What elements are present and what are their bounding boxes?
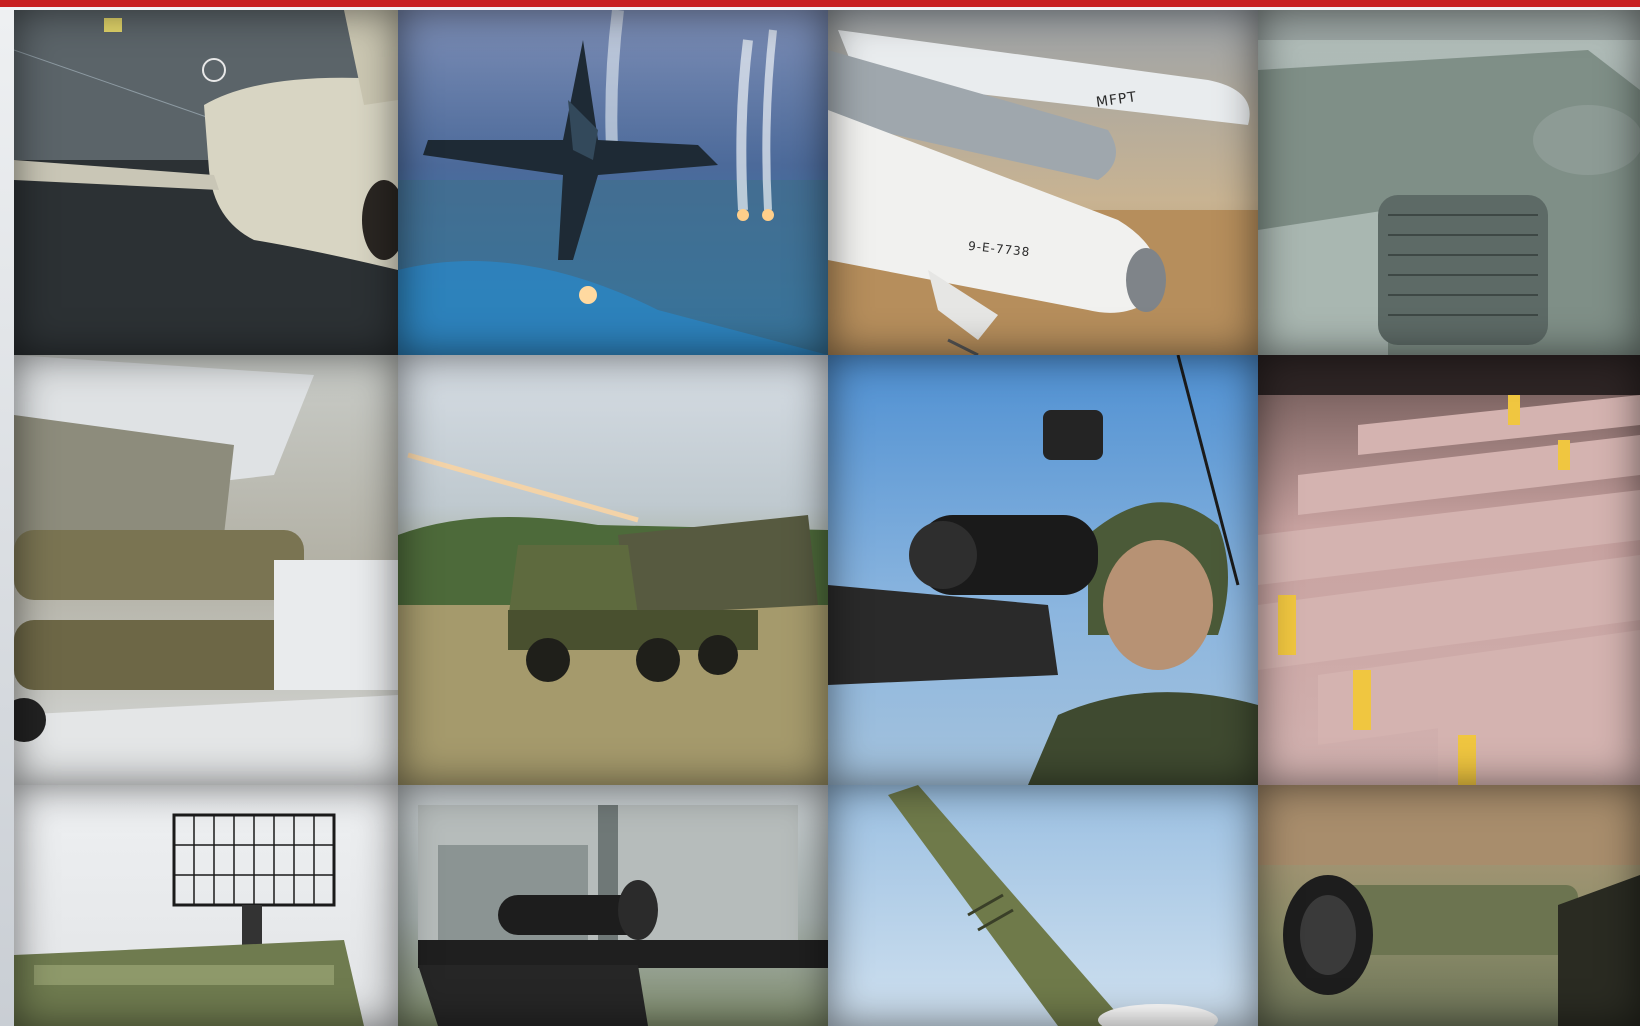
ballistic-missile-launch-icon	[888, 785, 1218, 1026]
tank-turret-icon	[1258, 10, 1640, 355]
tile-fighter-jet	[398, 10, 828, 355]
stacked-bombs-icon	[1258, 355, 1640, 785]
tile-stacked-bombs	[1258, 355, 1640, 785]
rocket-launcher-truck-icon	[398, 452, 828, 785]
top-red-stripe	[0, 0, 1640, 7]
white-missiles-display-icon	[828, 30, 1258, 355]
sniper-rifle-icon	[418, 805, 828, 1026]
fighter-jet-firing-flares-icon	[398, 10, 828, 355]
tile-aircraft-pylon	[14, 355, 398, 785]
tile-soldier-scope	[828, 355, 1258, 785]
left-edge-strip	[0, 10, 14, 1026]
weapon-photo-collage: MFPT 9-E-7738	[14, 10, 1640, 1026]
tile-antitank-launcher	[1258, 785, 1640, 1026]
tile-missiles-display: MFPT 9-E-7738	[828, 10, 1258, 355]
tile-sniper-rifle	[398, 785, 828, 1026]
anti-tank-launcher-icon	[1258, 785, 1640, 1026]
tile-tank-turret	[1258, 10, 1640, 355]
radar-air-defense-vehicle-icon	[14, 813, 364, 1026]
soldier-with-scope-icon	[828, 355, 1258, 785]
tile-rocket-launcher	[398, 355, 828, 785]
tile-cruise-missile	[14, 10, 398, 355]
aircraft-weapon-pylon-icon	[14, 355, 398, 785]
cruise-missile-in-flight-icon	[14, 10, 398, 355]
tile-ballistic-missile	[828, 785, 1258, 1026]
tile-radar-vehicle	[14, 785, 398, 1026]
